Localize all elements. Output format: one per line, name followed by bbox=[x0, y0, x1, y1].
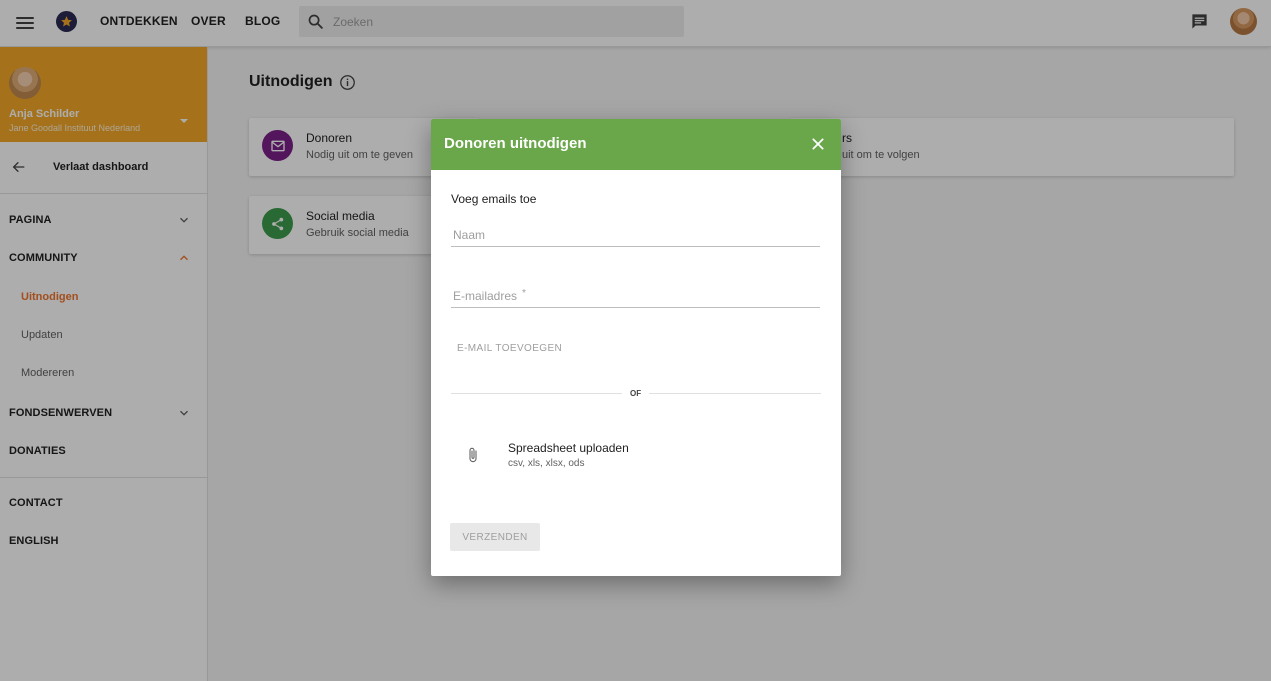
upload-spreadsheet-button[interactable]: Spreadsheet uploaden bbox=[508, 441, 629, 455]
dialog-header: Donoren uitnodigen bbox=[431, 119, 841, 170]
invite-donors-dialog: Donoren uitnodigen Voeg emails toe * E-M… bbox=[431, 119, 841, 576]
add-email-button[interactable]: E-MAIL TOEVOEGEN bbox=[451, 337, 568, 359]
add-emails-label: Voeg emails toe bbox=[451, 192, 537, 206]
paperclip-icon[interactable] bbox=[465, 446, 481, 464]
close-icon[interactable] bbox=[810, 136, 826, 152]
email-field[interactable] bbox=[451, 284, 820, 308]
divider-left bbox=[451, 393, 622, 394]
name-field[interactable] bbox=[451, 223, 820, 247]
required-marker: * bbox=[522, 288, 526, 299]
or-separator: OF bbox=[630, 389, 642, 398]
upload-formats: csv, xls, xlsx, ods bbox=[508, 458, 585, 469]
divider-right bbox=[649, 393, 821, 394]
send-button[interactable]: VERZENDEN bbox=[450, 523, 540, 551]
dialog-title: Donoren uitnodigen bbox=[444, 135, 587, 152]
